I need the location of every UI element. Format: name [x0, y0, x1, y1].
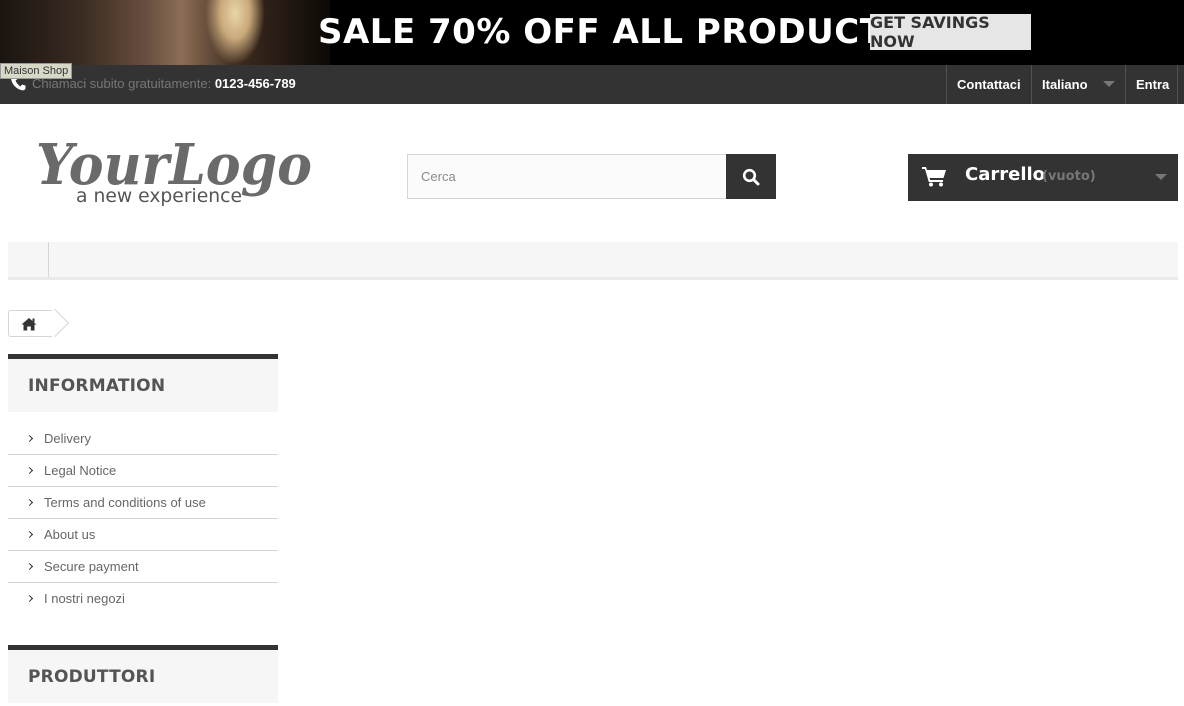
menu-divider — [48, 242, 49, 277]
list-item-label: Delivery — [44, 430, 91, 446]
list-item-label: Legal Notice — [44, 463, 117, 478]
shop-logo[interactable]: YourLogo a new experience — [34, 126, 316, 210]
get-savings-button[interactable]: GET SAVINGS NOW — [870, 13, 1031, 51]
chevron-right-icon — [25, 594, 34, 603]
information-list: Delivery Legal Notice Terms and conditio… — [8, 422, 278, 614]
list-item-label: About us — [44, 527, 96, 542]
tooltip: Maison Shop — [0, 63, 73, 79]
contact-link[interactable]: Contattaci — [946, 65, 1031, 104]
login-link[interactable]: Entra — [1125, 65, 1178, 104]
chevron-right-icon — [25, 530, 34, 539]
search-icon — [742, 168, 760, 185]
information-title[interactable]: INFORMATION — [8, 354, 278, 412]
contact-label: Contattaci — [957, 77, 1021, 92]
manufacturers-block: PRODUTTORI — [8, 645, 278, 703]
logo-tagline: a new experience — [76, 185, 242, 207]
cart-icon — [922, 167, 946, 187]
search-input[interactable] — [407, 154, 727, 199]
list-item-label: Terms and conditions of use — [44, 495, 206, 510]
chevron-right-icon — [25, 466, 34, 475]
list-item-secure-payment[interactable]: Secure payment — [8, 550, 278, 582]
list-item-legal-notice[interactable]: Legal Notice — [8, 454, 278, 486]
caret-down-icon — [1155, 174, 1167, 180]
list-item-about-us[interactable]: About us — [8, 518, 278, 550]
cart-label: Carrello — [965, 164, 1046, 185]
search-button[interactable] — [726, 154, 776, 199]
caret-down-icon — [1103, 81, 1115, 87]
chevron-right-icon — [25, 498, 34, 507]
information-block: INFORMATION Delivery Legal Notice Terms … — [8, 354, 278, 614]
list-item-delivery[interactable]: Delivery — [8, 422, 278, 454]
cart-button[interactable]: Carrello (vuoto) — [908, 154, 1178, 201]
phone-number: 0123-456-789 — [214, 76, 296, 91]
list-item-terms[interactable]: Terms and conditions of use — [8, 486, 278, 518]
banner-model-photo — [0, 0, 330, 65]
main-menu-bar[interactable] — [8, 242, 1178, 280]
list-item-stores[interactable]: I nostri negozi — [8, 582, 278, 614]
chevron-right-icon — [25, 434, 34, 442]
language-selector[interactable]: Italiano — [1031, 65, 1125, 104]
cart-status: (vuoto) — [1042, 169, 1096, 184]
list-item-label: I nostri negozi — [44, 591, 125, 606]
chevron-right-icon — [25, 562, 34, 571]
breadcrumb-home[interactable] — [8, 310, 52, 337]
list-item-label: Secure payment — [44, 559, 139, 574]
top-nav-bar: Chiamaci subito gratuitamente: 0123-456-… — [0, 65, 1184, 104]
login-label: Entra — [1136, 77, 1170, 92]
promo-banner[interactable]: SALE 70% OFF ALL PRODUCTS GET SAVINGS NO… — [0, 0, 1184, 65]
manufacturers-title[interactable]: PRODUTTORI — [8, 645, 278, 703]
language-label: Italiano — [1042, 77, 1088, 92]
home-icon — [21, 317, 37, 330]
banner-headline: SALE 70% OFF ALL PRODUCTS — [318, 12, 909, 52]
banner-model-figure — [205, 0, 265, 65]
